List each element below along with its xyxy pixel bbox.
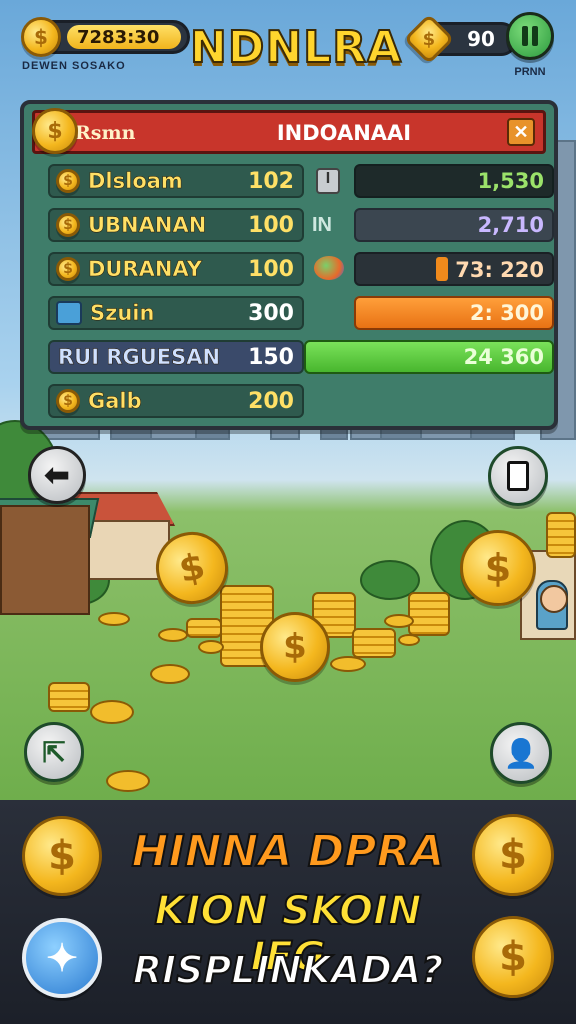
stat-name: UBNANAN (88, 213, 207, 238)
coin-stack (352, 628, 396, 658)
progress-bar-track: 73: 220 (354, 252, 554, 286)
gem-pile-icon (314, 256, 344, 280)
rank-badge: I (316, 168, 340, 194)
panel-tab-label: Rsmn (75, 122, 136, 144)
stat-row[interactable]: Szuin 300 (48, 296, 304, 330)
pause-button[interactable] (506, 12, 554, 60)
rank-label: IN (312, 214, 332, 236)
coin-stack (186, 618, 222, 638)
banner-coin: $ (472, 814, 554, 896)
stats-panel: Rsmn INDOANAAI ✕ $ $ Dlsloam 102 $ UBNAN… (20, 100, 558, 430)
cards-button[interactable] (488, 446, 548, 506)
close-icon: ✕ (513, 121, 529, 142)
coin (150, 664, 190, 684)
exit-icon: ⇱ (42, 736, 66, 768)
stat-row[interactable]: $ Galb 200 (48, 384, 304, 418)
stat-value: 100 (248, 256, 294, 282)
gem-counter: $ 90 (403, 13, 518, 65)
stat-name: DURANAY (88, 257, 202, 282)
arrow-left-icon: ⬅ (44, 458, 70, 492)
exit-button[interactable]: ⇱ (24, 722, 84, 782)
progress-bar: 24 360 (304, 340, 554, 374)
coin-stack (48, 682, 90, 712)
panel-coin-icon: $ (32, 108, 78, 154)
banner-coin: $ (22, 816, 102, 896)
share-button[interactable]: ✦ (22, 918, 102, 998)
settings-caption: PRNN (514, 66, 546, 78)
progress-bar: 1,530 (354, 164, 554, 198)
banner-line-3: RISPLINKADA? (132, 947, 445, 993)
progress-bar: 2,710 (354, 208, 554, 242)
coin-stack (408, 592, 450, 636)
banner-line-1: HINNA DPRA (131, 825, 446, 878)
card-icon (507, 461, 529, 491)
coin-stack (546, 512, 576, 558)
stat-value: 300 (248, 300, 294, 326)
gem-counter-value: 90 (467, 27, 495, 51)
stat-name: Galb (88, 389, 142, 414)
coin-icon: $ (56, 213, 80, 237)
coin (398, 634, 420, 646)
banner-coin: $ (472, 916, 554, 998)
close-button[interactable]: ✕ (507, 118, 535, 146)
coin (198, 640, 224, 654)
coin-icon: $ (56, 169, 80, 193)
pause-icon (522, 26, 538, 46)
panel-title: INDOANAAI (276, 121, 412, 145)
stat-value: 102 (248, 168, 294, 194)
profile-button[interactable]: 👤 (490, 722, 552, 784)
coin-counter-value: 7283:30 (67, 25, 181, 49)
hut (0, 505, 90, 615)
big-coin: $ (460, 530, 536, 606)
chest-icon (56, 301, 82, 325)
coin-icon: $ (56, 389, 80, 413)
share-icon: ✦ (46, 937, 78, 980)
coin (384, 614, 414, 628)
coin (330, 656, 366, 672)
progress-fill (436, 257, 448, 281)
stat-row[interactable]: $ Dlsloam 102 (48, 164, 304, 198)
coin-caption: DEWEN SOSAKO (22, 60, 126, 72)
stat-row[interactable]: $ DURANAY 100 (48, 252, 304, 286)
progress-bar: 2: 300 (354, 296, 554, 330)
coin (106, 770, 150, 792)
stat-name: Szuin (90, 301, 155, 326)
big-coin: $ (260, 612, 330, 682)
coin-counter: $ 7283:30 (21, 17, 190, 57)
stat-row[interactable]: RUI RGUESAN 150 (48, 340, 304, 374)
stat-value: 200 (248, 388, 294, 414)
coin (90, 700, 134, 724)
game-title: NDNLRA (189, 21, 403, 74)
progress-value: 73: 220 (455, 258, 544, 282)
coin (158, 628, 188, 642)
coin-icon: $ (21, 17, 61, 57)
coin-icon: $ (56, 257, 80, 281)
stat-value: 100 (248, 212, 294, 238)
panel-header: Rsmn INDOANAAI ✕ (32, 110, 546, 154)
back-button[interactable]: ⬅ (28, 446, 86, 504)
promo-banner: $ $ $ ✦ HINNA DPRA KION SKOIN IFG RISPLI… (0, 800, 576, 1024)
stat-name: Dlsloam (88, 169, 183, 194)
stat-value: 150 (248, 344, 294, 370)
profile-icon: 👤 (503, 737, 539, 769)
stat-row[interactable]: $ UBNANAN 100 (48, 208, 304, 242)
stat-name: RUI RGUESAN (58, 345, 221, 370)
coin (98, 612, 130, 626)
character-head (540, 585, 568, 613)
